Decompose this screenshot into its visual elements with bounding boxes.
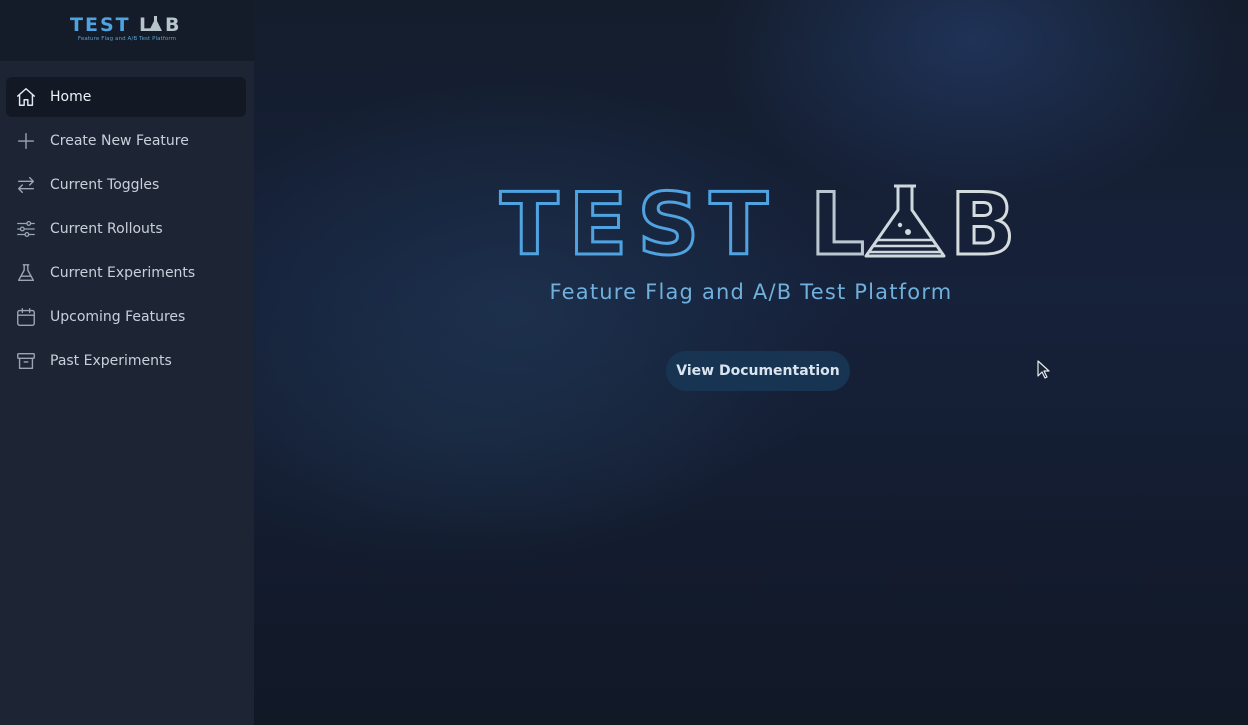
sidebar-item-current-experiments[interactable]: Current Experiments	[6, 253, 246, 293]
sidebar-item-current-rollouts[interactable]: Current Rollouts	[6, 209, 246, 249]
logo-tagline: Feature Flag and A/B Test Platform	[77, 36, 177, 42]
logo[interactable]: TEST L B Feature Flag and A/B Test Platf…	[70, 12, 184, 46]
svg-text:B: B	[950, 180, 1016, 270]
logo-title-graphic: TEST L B	[70, 14, 179, 36]
flask-icon	[864, 184, 946, 258]
sidebar-item-label: Home	[50, 89, 92, 105]
sidebar-item-current-toggles[interactable]: Current Toggles	[6, 165, 246, 205]
sidebar-item-past-experiments[interactable]: Past Experiments	[6, 341, 246, 381]
sidebar-item-label: Current Experiments	[50, 265, 196, 281]
mouse-cursor-icon	[1037, 360, 1050, 379]
sliders-icon	[17, 221, 35, 237]
svg-text:TEST: TEST	[70, 14, 131, 36]
svg-text:B: B	[165, 14, 179, 36]
sidebar-item-label: Past Experiments	[50, 353, 172, 369]
archive-icon	[17, 352, 35, 370]
arrows-swap-icon	[17, 176, 35, 194]
hero-subtitle: Feature Flag and A/B Test Platform	[549, 280, 953, 304]
sidebar: TEST L B Feature Flag and A/B Test Platf…	[0, 0, 254, 725]
sidebar-item-label: Current Rollouts	[50, 221, 163, 237]
plus-icon	[17, 132, 35, 150]
sidebar-item-create-new-feature[interactable]: Create New Feature	[6, 121, 246, 161]
flask-icon	[17, 264, 35, 282]
sidebar-item-label: Upcoming Features	[50, 309, 186, 325]
view-documentation-button[interactable]: View Documentation	[666, 351, 850, 391]
hero-logo: TEST L B	[499, 180, 1018, 270]
svg-text:TEST: TEST	[500, 180, 778, 270]
sidebar-item-label: Create New Feature	[50, 133, 189, 149]
sidebar-logo[interactable]: TEST L B Feature Flag and A/B Test Platf…	[0, 0, 254, 61]
home-icon	[17, 88, 35, 106]
sidebar-item-home[interactable]: Home	[6, 77, 246, 117]
sidebar-item-label: Current Toggles	[50, 177, 160, 193]
sidebar-item-upcoming-features[interactable]: Upcoming Features	[6, 297, 246, 337]
calendar-icon	[17, 308, 35, 326]
svg-text:L: L	[139, 14, 151, 36]
svg-text:L: L	[810, 180, 865, 270]
